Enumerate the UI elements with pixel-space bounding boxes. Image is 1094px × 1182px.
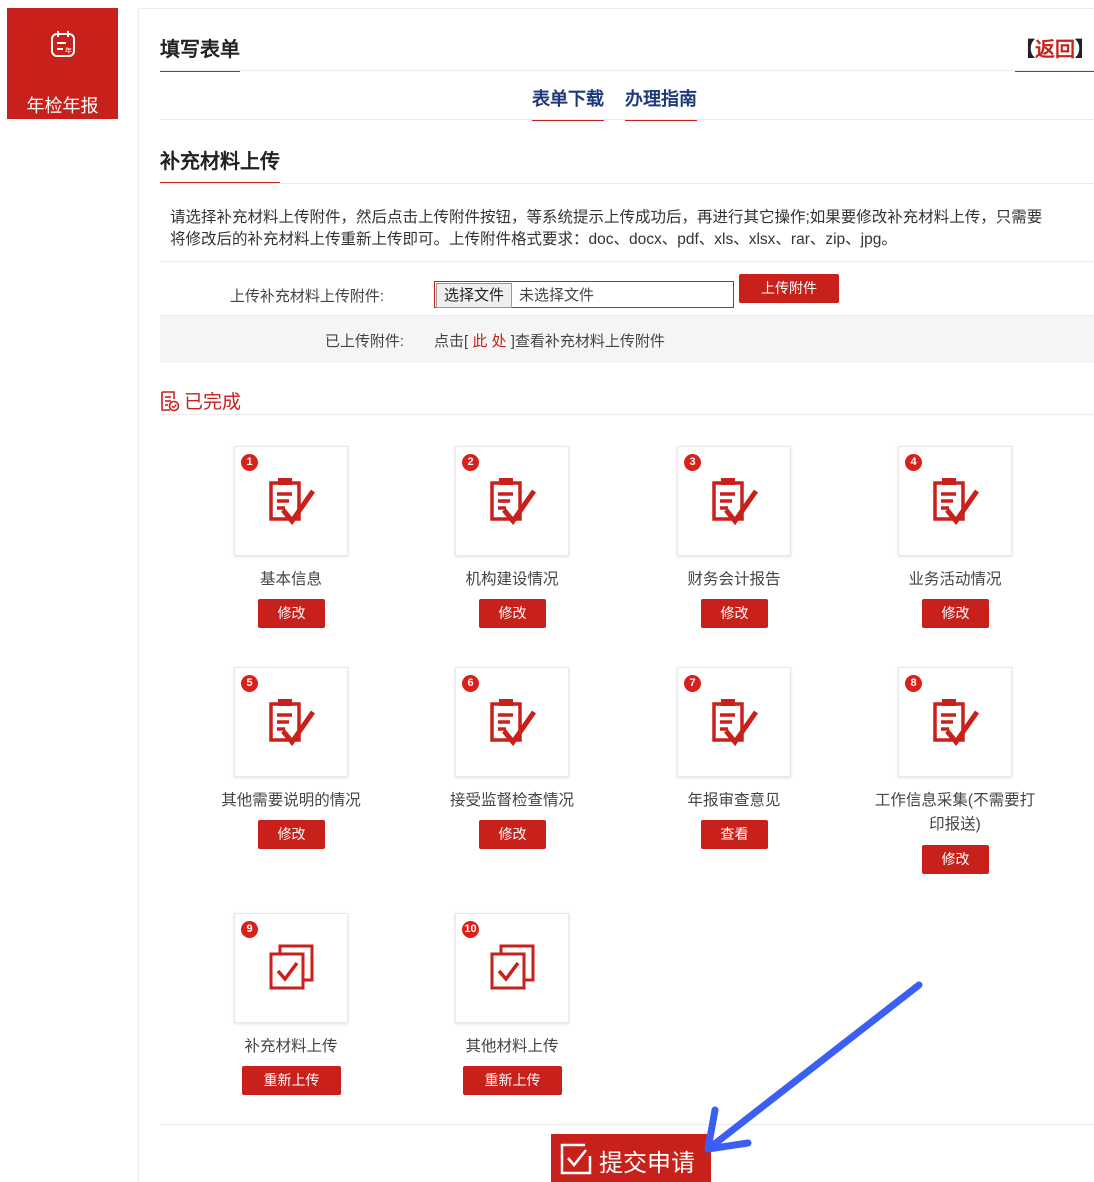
annotation-arrow-icon: [704, 981, 923, 1153]
